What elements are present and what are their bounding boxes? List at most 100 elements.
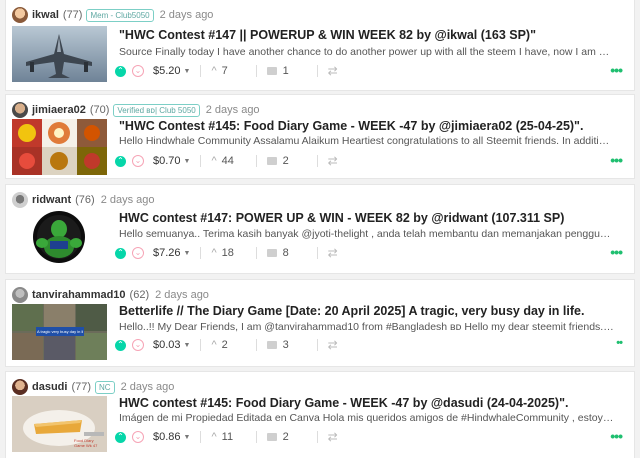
post-title[interactable]: Betterlife // The Diary Game [Date: 20 A… [119,304,622,318]
upvote-button[interactable]: ⌃ [115,247,126,259]
downvote-button[interactable]: ⌄ [132,247,144,259]
comment-count[interactable]: 2 [283,431,307,443]
resteem-icon[interactable]: ⇄ [328,64,338,78]
author-badge: NC [95,380,115,394]
post-time[interactable]: 2 days ago [155,289,209,301]
post-title[interactable]: HWC contest #147: POWER UP & WIN - WEEK … [119,211,622,225]
fighter-jet-image [12,26,107,82]
post-summary[interactable]: Hello Hindwhale Community Assalamu Alaik… [119,135,614,147]
upvote-button[interactable]: ⌃ [115,65,126,77]
payout-value[interactable]: $7.26 [153,247,181,259]
divider [316,65,318,77]
post-thumbnail[interactable]: Food Diary Game Wk 47 [12,396,107,452]
payout-caret-icon[interactable]: ▼ [184,434,191,441]
comment-icon[interactable] [266,249,277,257]
post-thumbnail[interactable] [12,209,107,265]
post-summary[interactable]: Source Finally today I have another chan… [119,46,614,58]
resteem-icon[interactable]: ⇄ [328,430,338,444]
divider [255,155,257,167]
post-title[interactable]: HWC contest #145: Food Diary Game - WEEK… [119,396,622,410]
post-summary[interactable]: Hello semuanya.. Terima kasih banyak @jy… [119,228,614,240]
author-reputation: (77) [71,381,92,393]
author-name[interactable]: ridwant [32,194,71,206]
downvote-button[interactable]: ⌄ [132,155,144,167]
post-summary[interactable]: Imágen de mi Propiedad Editada en Canva … [119,412,614,424]
comment-count[interactable]: 2 [283,155,307,167]
payout-value[interactable]: $5.20 [153,65,181,77]
more-dots-icon[interactable]: ••• [610,62,623,78]
comment-count[interactable]: 1 [283,65,307,77]
thumbnail-caption: Food Diary Game Wk 47 [74,438,98,448]
vote-count[interactable]: 11 [222,431,246,443]
author-name[interactable]: jimiaera02 [32,104,86,116]
post-time[interactable]: 2 days ago [206,104,260,116]
author-name[interactable]: dasudi [32,381,67,393]
more-dots-icon[interactable]: •• [616,337,623,349]
post-thumbnail[interactable] [12,26,107,82]
vote-count[interactable]: 7 [222,65,246,77]
post-time[interactable]: 2 days ago [121,381,175,393]
payout-value[interactable]: $0.70 [153,155,181,167]
resteem-icon[interactable]: ⇄ [328,338,338,352]
divider [200,247,202,259]
more-dots-icon[interactable]: ••• [610,244,623,260]
vote-count[interactable]: 44 [222,155,246,167]
divider [200,65,202,77]
payout-caret-icon[interactable]: ▼ [184,342,191,349]
author-name[interactable]: tanvirahammad10 [32,289,126,301]
post-thumbnail[interactable] [12,119,107,175]
downvote-button[interactable]: ⌄ [132,431,144,443]
upvote-button[interactable]: ⌃ [115,155,126,167]
upvote-button[interactable]: ⌃ [115,339,126,351]
post-actions: ⌃ ⌄ $5.20 ▼ ^ 7 1 ⇄ [115,62,338,80]
chevron-down-icon: ⌄ [134,340,142,349]
avatar[interactable] [12,102,28,118]
divider [255,431,257,443]
chevron-up-icon: ⌃ [117,432,124,441]
payout-caret-icon[interactable]: ▼ [184,250,191,257]
comment-icon[interactable] [266,157,277,165]
divider [316,339,318,351]
payout-caret-icon[interactable]: ▼ [184,68,191,75]
more-dots-icon[interactable]: ••• [610,152,623,168]
chevron-down-icon: ⌄ [134,432,142,441]
post-time[interactable]: 2 days ago [101,194,155,206]
more-dots-icon[interactable]: ••• [610,428,623,444]
comment-count[interactable]: 3 [283,339,307,351]
author-name[interactable]: ikwal [32,9,59,21]
comment-icon[interactable] [266,67,277,75]
post-title[interactable]: "HWC Contest #145: Food Diary Game - WEE… [119,119,622,133]
avatar[interactable] [12,379,28,395]
chevron-down-icon: ⌄ [134,66,142,75]
comment-icon[interactable] [266,341,277,349]
post-card: dasudi (77) NC 2 days ago Food Diary Gam… [6,372,634,458]
post-actions: ⌃ ⌄ $0.86 ▼ ^ 11 2 ⇄ [115,428,338,446]
upvote-caret-icon: ^ [211,155,217,167]
thumbnail-caption: A tragic very busy day in life [37,329,83,334]
divider [316,431,318,443]
avatar[interactable] [12,192,28,208]
chevron-up-icon: ⌃ [117,156,124,165]
downvote-button[interactable]: ⌄ [132,339,144,351]
post-title[interactable]: "HWC Contest #147 || POWERUP & WIN WEEK … [119,28,622,42]
payout-value[interactable]: $0.86 [153,431,181,443]
downvote-button[interactable]: ⌄ [132,65,144,77]
upvote-button[interactable]: ⌃ [115,431,126,443]
comment-count[interactable]: 8 [283,247,307,259]
post-time[interactable]: 2 days ago [160,9,214,21]
post-header: ikwal (77) Mem - Club5050 2 days ago [12,5,213,25]
comment-icon[interactable] [266,433,277,441]
payout-value[interactable]: $0.03 [153,339,181,351]
hulk-logo-image [12,209,107,265]
avatar[interactable] [12,287,28,303]
resteem-icon[interactable]: ⇄ [328,154,338,168]
post-thumbnail[interactable]: A tragic very busy day in life [12,304,107,360]
payout-caret-icon[interactable]: ▼ [184,158,191,165]
vote-count[interactable]: 2 [222,339,246,351]
vote-count[interactable]: 18 [222,247,246,259]
chevron-up-icon: ⌃ [117,248,124,257]
avatar[interactable] [12,7,28,23]
resteem-icon[interactable]: ⇄ [328,246,338,260]
divider [255,65,257,77]
post-summary[interactable]: Hello..!! My Dear Friends, I am @tanvira… [119,321,614,333]
